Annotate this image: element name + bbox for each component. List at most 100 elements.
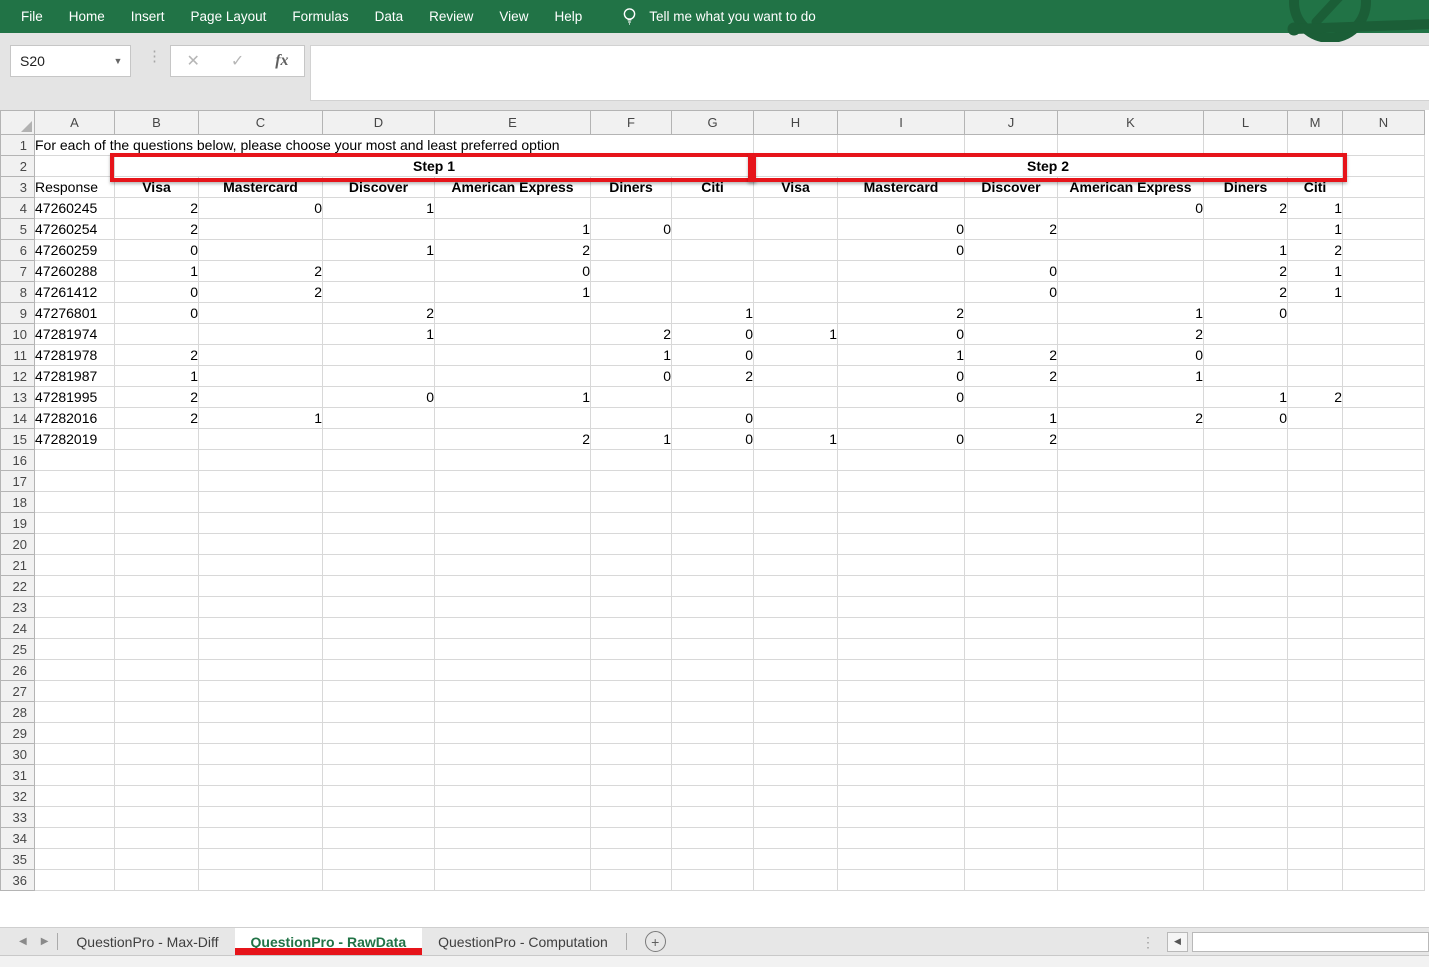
row-header-29[interactable]: 29 — [1, 723, 35, 744]
cell-K17[interactable] — [1058, 471, 1204, 492]
cell-B33[interactable] — [115, 807, 199, 828]
cell-N25[interactable] — [1343, 639, 1425, 660]
cell-E6[interactable]: 2 — [435, 240, 591, 261]
cell-K33[interactable] — [1058, 807, 1204, 828]
column-header-F[interactable]: F — [591, 111, 672, 135]
cell-N33[interactable] — [1343, 807, 1425, 828]
cell-N1[interactable] — [1343, 135, 1425, 156]
cell-F34[interactable] — [591, 828, 672, 849]
cell-J11[interactable]: 2 — [965, 345, 1058, 366]
cell-H28[interactable] — [754, 702, 838, 723]
cell-D27[interactable] — [323, 681, 435, 702]
cell-D29[interactable] — [323, 723, 435, 744]
cell-K28[interactable] — [1058, 702, 1204, 723]
cell-G33[interactable] — [672, 807, 754, 828]
cell-A6-response-id[interactable]: 47260259 — [35, 240, 115, 261]
cell-J5[interactable]: 2 — [965, 219, 1058, 240]
cell-E29[interactable] — [435, 723, 591, 744]
cell-B23[interactable] — [115, 597, 199, 618]
cell-K26[interactable] — [1058, 660, 1204, 681]
row-header-25[interactable]: 25 — [1, 639, 35, 660]
column-header-B[interactable]: B — [115, 111, 199, 135]
row-header-11[interactable]: 11 — [1, 345, 35, 366]
cell-A25[interactable] — [35, 639, 115, 660]
cell-I18[interactable] — [838, 492, 965, 513]
cell-J16[interactable] — [965, 450, 1058, 471]
cell-J25[interactable] — [965, 639, 1058, 660]
cell-N35[interactable] — [1343, 849, 1425, 870]
cell-N11[interactable] — [1343, 345, 1425, 366]
tell-me-box[interactable]: Tell me what you want to do — [621, 7, 816, 26]
cell-J17[interactable] — [965, 471, 1058, 492]
cell-F6[interactable] — [591, 240, 672, 261]
row-header-4[interactable]: 4 — [1, 198, 35, 219]
cell-B30[interactable] — [115, 744, 199, 765]
cell-D4[interactable]: 1 — [323, 198, 435, 219]
column-header-D[interactable]: D — [323, 111, 435, 135]
formula-bar-input[interactable] — [310, 45, 1429, 101]
cell-J33[interactable] — [965, 807, 1058, 828]
cell-M12[interactable] — [1288, 366, 1343, 387]
cell-M18[interactable] — [1288, 492, 1343, 513]
cell-G16[interactable] — [672, 450, 754, 471]
cell-I13[interactable]: 0 — [838, 387, 965, 408]
cell-G4[interactable] — [672, 198, 754, 219]
cell-J6[interactable] — [965, 240, 1058, 261]
cell-J20[interactable] — [965, 534, 1058, 555]
cell-I34[interactable] — [838, 828, 965, 849]
cell-H12[interactable] — [754, 366, 838, 387]
cell-C20[interactable] — [199, 534, 323, 555]
cell-M29[interactable] — [1288, 723, 1343, 744]
cell-F28[interactable] — [591, 702, 672, 723]
cell-C9[interactable] — [199, 303, 323, 324]
cell-D21[interactable] — [323, 555, 435, 576]
cell-G20[interactable] — [672, 534, 754, 555]
cell-G36[interactable] — [672, 870, 754, 891]
cell-A29[interactable] — [35, 723, 115, 744]
cell-J8[interactable]: 0 — [965, 282, 1058, 303]
cell-H31[interactable] — [754, 765, 838, 786]
cell-E8[interactable]: 1 — [435, 282, 591, 303]
cell-K20[interactable] — [1058, 534, 1204, 555]
cell-K29[interactable] — [1058, 723, 1204, 744]
cell-B32[interactable] — [115, 786, 199, 807]
cell-M4[interactable]: 1 — [1288, 198, 1343, 219]
cell-J36[interactable] — [965, 870, 1058, 891]
cell-C31[interactable] — [199, 765, 323, 786]
menu-view[interactable]: View — [486, 0, 541, 33]
cell-H11[interactable] — [754, 345, 838, 366]
cell-J9[interactable] — [965, 303, 1058, 324]
cell-L10[interactable] — [1204, 324, 1288, 345]
cell-H27[interactable] — [754, 681, 838, 702]
cell-M26[interactable] — [1288, 660, 1343, 681]
cell-B20[interactable] — [115, 534, 199, 555]
cell-J19[interactable] — [965, 513, 1058, 534]
row-header-31[interactable]: 31 — [1, 765, 35, 786]
cell-E27[interactable] — [435, 681, 591, 702]
cell-C11[interactable] — [199, 345, 323, 366]
cell-M31[interactable] — [1288, 765, 1343, 786]
cell-D19[interactable] — [323, 513, 435, 534]
cell-J14[interactable]: 1 — [965, 408, 1058, 429]
cell-H22[interactable] — [754, 576, 838, 597]
cell-I15[interactable]: 0 — [838, 429, 965, 450]
cell-D31[interactable] — [323, 765, 435, 786]
cell-B16[interactable] — [115, 450, 199, 471]
column-header-C[interactable]: C — [199, 111, 323, 135]
cell-K32[interactable] — [1058, 786, 1204, 807]
cell-N36[interactable] — [1343, 870, 1425, 891]
cell-L19[interactable] — [1204, 513, 1288, 534]
cell-E13[interactable]: 1 — [435, 387, 591, 408]
cell-H30[interactable] — [754, 744, 838, 765]
cell-I29[interactable] — [838, 723, 965, 744]
cell-I6[interactable]: 0 — [838, 240, 965, 261]
row-header-8[interactable]: 8 — [1, 282, 35, 303]
cell-M20[interactable] — [1288, 534, 1343, 555]
cell-J32[interactable] — [965, 786, 1058, 807]
cell-C27[interactable] — [199, 681, 323, 702]
row-header-9[interactable]: 9 — [1, 303, 35, 324]
cell-D33[interactable] — [323, 807, 435, 828]
cell-G9[interactable]: 1 — [672, 303, 754, 324]
cell-N4[interactable] — [1343, 198, 1425, 219]
cell-H8[interactable] — [754, 282, 838, 303]
